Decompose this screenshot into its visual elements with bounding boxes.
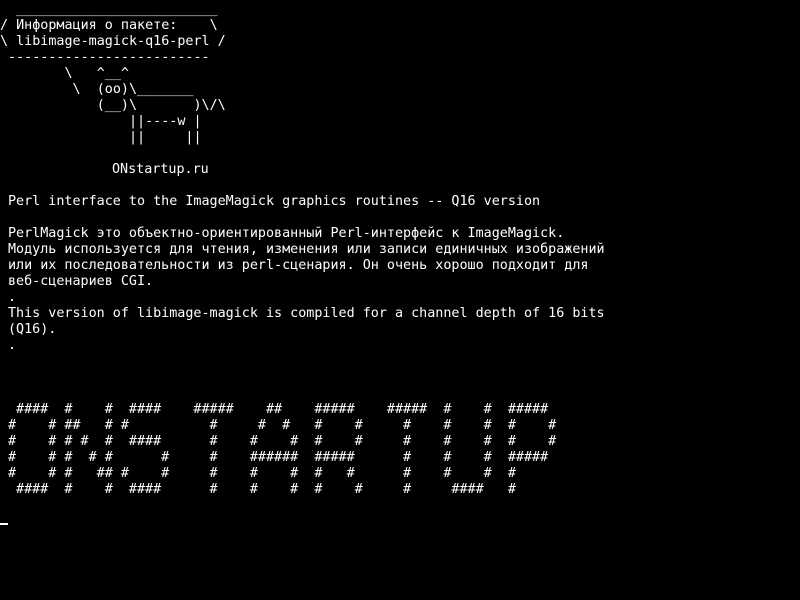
description-line: .	[8, 290, 17, 305]
ascii-banner-row: #### # # #### # # # # # # #### #	[8, 482, 516, 497]
cow-legs-lower: || ||	[0, 130, 202, 145]
cowsay-bubble-title: / Информация о пакете: \	[0, 18, 218, 33]
description-line: .	[8, 338, 17, 353]
description-line: или их последовательности из perl-сценар…	[8, 258, 589, 273]
cow-face: \ (oo)\_______	[0, 82, 194, 97]
text-cursor	[0, 523, 8, 525]
cowsay-bubble-package: \ libimage-magick-q16-perl /	[0, 34, 226, 49]
cow-ears: \ ^__^	[0, 66, 129, 81]
terminal-screen[interactable]: _________________________ / Информация о…	[0, 0, 800, 600]
cow-body: (__)\ )\/\	[0, 98, 226, 113]
description-line: PerlMagick это объектно-ориентированный …	[8, 226, 565, 241]
description-line: веб-сценариев CGI.	[8, 274, 154, 289]
ascii-banner-row: #### # # #### ##### ## ##### ##### # # #…	[8, 402, 549, 417]
ascii-banner-row: # # # ## # # # # # # # # # # #	[8, 466, 516, 481]
description-line: (Q16).	[8, 322, 57, 337]
ascii-banner-row: # # ## # # # # # # # # # # # #	[8, 418, 557, 433]
cowsay-bubble-bottom: -------------------------	[0, 50, 210, 65]
cowsay-bubble-top: _________________________	[8, 2, 218, 17]
ascii-banner-row: # # # # # # # ###### ##### # # # #####	[8, 450, 549, 465]
site-name: ONstartup.ru	[112, 162, 209, 177]
cow-legs-upper: ||----w |	[0, 114, 202, 129]
description-line: Модуль используется для чтения, изменени…	[8, 242, 605, 257]
ascii-banner-row: # # # # # #### # # # # # # # # # #	[8, 434, 557, 449]
package-summary: Perl interface to the ImageMagick graphi…	[8, 194, 541, 209]
description-line: This version of libimage-magick is compi…	[8, 306, 605, 321]
